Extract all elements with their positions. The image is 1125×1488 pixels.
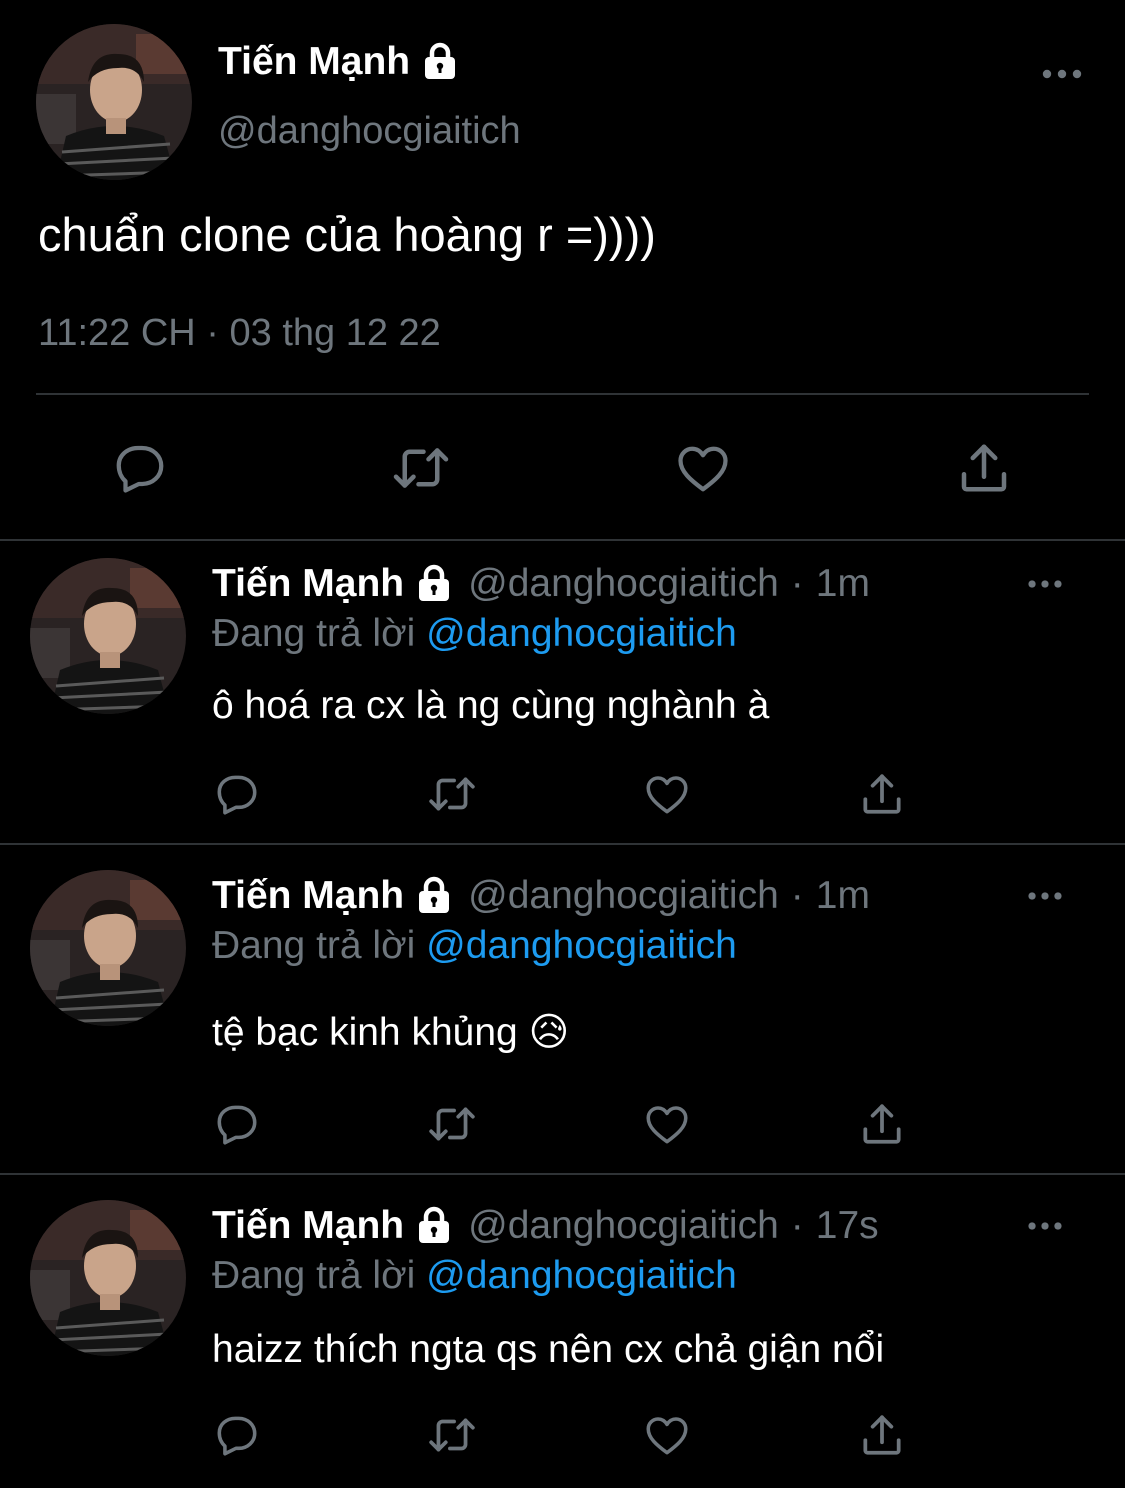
tweet-date: 03 thg 12 22 xyxy=(229,312,441,354)
share-icon[interactable] xyxy=(857,769,907,819)
divider xyxy=(0,843,1125,845)
more-icon[interactable] xyxy=(1026,885,1064,907)
tweet-time: 1m xyxy=(815,874,870,917)
share-icon[interactable] xyxy=(857,1099,907,1149)
author-handle[interactable]: @danghocgiaitich xyxy=(468,562,779,606)
meta-separator: · xyxy=(790,562,804,605)
reply-icon[interactable] xyxy=(110,438,170,498)
like-icon[interactable] xyxy=(642,769,692,819)
author-name[interactable]: Tiến Mạnh xyxy=(212,562,404,606)
main-tweet: Tiến Mạnh @danghocgiaitich chuẩn clone c… xyxy=(0,0,1125,540)
lock-icon xyxy=(414,876,454,916)
author-handle[interactable]: @danghocgiaitich xyxy=(468,1204,779,1248)
mention-link[interactable]: @danghocgiaitich xyxy=(426,612,737,655)
replying-label: Đang trả lời xyxy=(212,612,416,655)
author-handle[interactable]: @danghocgiaitich xyxy=(468,874,779,918)
like-icon[interactable] xyxy=(642,1099,692,1149)
retweet-icon[interactable] xyxy=(427,769,477,819)
reply-icon[interactable] xyxy=(212,1410,262,1460)
more-icon[interactable] xyxy=(1026,1215,1064,1237)
author-avatar[interactable] xyxy=(30,870,186,1026)
tweet-time: 17s xyxy=(815,1204,879,1247)
mention-link[interactable]: @danghocgiaitich xyxy=(426,1254,737,1297)
tweet-text: tệ bạc kinh khủng 😥 xyxy=(212,1011,570,1054)
reply-icon[interactable] xyxy=(212,1099,262,1149)
retweet-icon[interactable] xyxy=(427,1410,477,1460)
lock-icon xyxy=(420,42,460,82)
author-avatar[interactable] xyxy=(30,558,186,714)
share-icon[interactable] xyxy=(954,438,1014,498)
meta-separator: · xyxy=(790,874,804,917)
author-handle[interactable]: @danghocgiaitich xyxy=(218,110,521,153)
reply-tweet[interactable]: Tiến Mạnh @danghocgiaitich · 1m Đang trả… xyxy=(0,852,1125,1172)
replying-label: Đang trả lời xyxy=(212,924,416,967)
lock-icon xyxy=(414,1206,454,1246)
tweet-text: haizz thích ngta qs nên cx chả giận nổi xyxy=(212,1328,885,1371)
share-icon[interactable] xyxy=(857,1410,907,1460)
meta-separator: · xyxy=(206,312,219,354)
author-name[interactable]: Tiến Mạnh xyxy=(218,40,410,84)
tweet-text: ô hoá ra cx là ng cùng nghành à xyxy=(212,684,770,727)
author-avatar[interactable] xyxy=(30,1200,186,1356)
tweet-timestamp: 11:22 CH · 03 thg 12 22 xyxy=(38,312,441,355)
reply-tweet[interactable]: Tiến Mạnh @danghocgiaitich · 1m Đang trả… xyxy=(0,540,1125,843)
more-icon[interactable] xyxy=(1026,573,1064,595)
like-icon[interactable] xyxy=(673,438,733,498)
retweet-icon[interactable] xyxy=(427,1099,477,1149)
tweet-time: 1m xyxy=(815,562,870,605)
tweet-time: 11:22 CH xyxy=(38,312,196,354)
reply-tweet[interactable]: Tiến Mạnh @danghocgiaitich · 17s Đang tr… xyxy=(0,1182,1125,1488)
author-name[interactable]: Tiến Mạnh xyxy=(212,874,404,918)
author-avatar[interactable] xyxy=(36,24,192,180)
retweet-icon[interactable] xyxy=(391,438,451,498)
author-name[interactable]: Tiến Mạnh xyxy=(212,1204,404,1248)
reply-icon[interactable] xyxy=(212,769,262,819)
divider xyxy=(0,1173,1125,1175)
like-icon[interactable] xyxy=(642,1410,692,1460)
replying-label: Đang trả lời xyxy=(212,1254,416,1297)
mention-link[interactable]: @danghocgiaitich xyxy=(426,924,737,967)
more-icon[interactable] xyxy=(1040,62,1084,86)
divider xyxy=(36,393,1089,395)
lock-icon xyxy=(414,564,454,604)
tweet-text: chuẩn clone của hoàng r =)))) xyxy=(38,208,656,261)
meta-separator: · xyxy=(790,1204,804,1247)
